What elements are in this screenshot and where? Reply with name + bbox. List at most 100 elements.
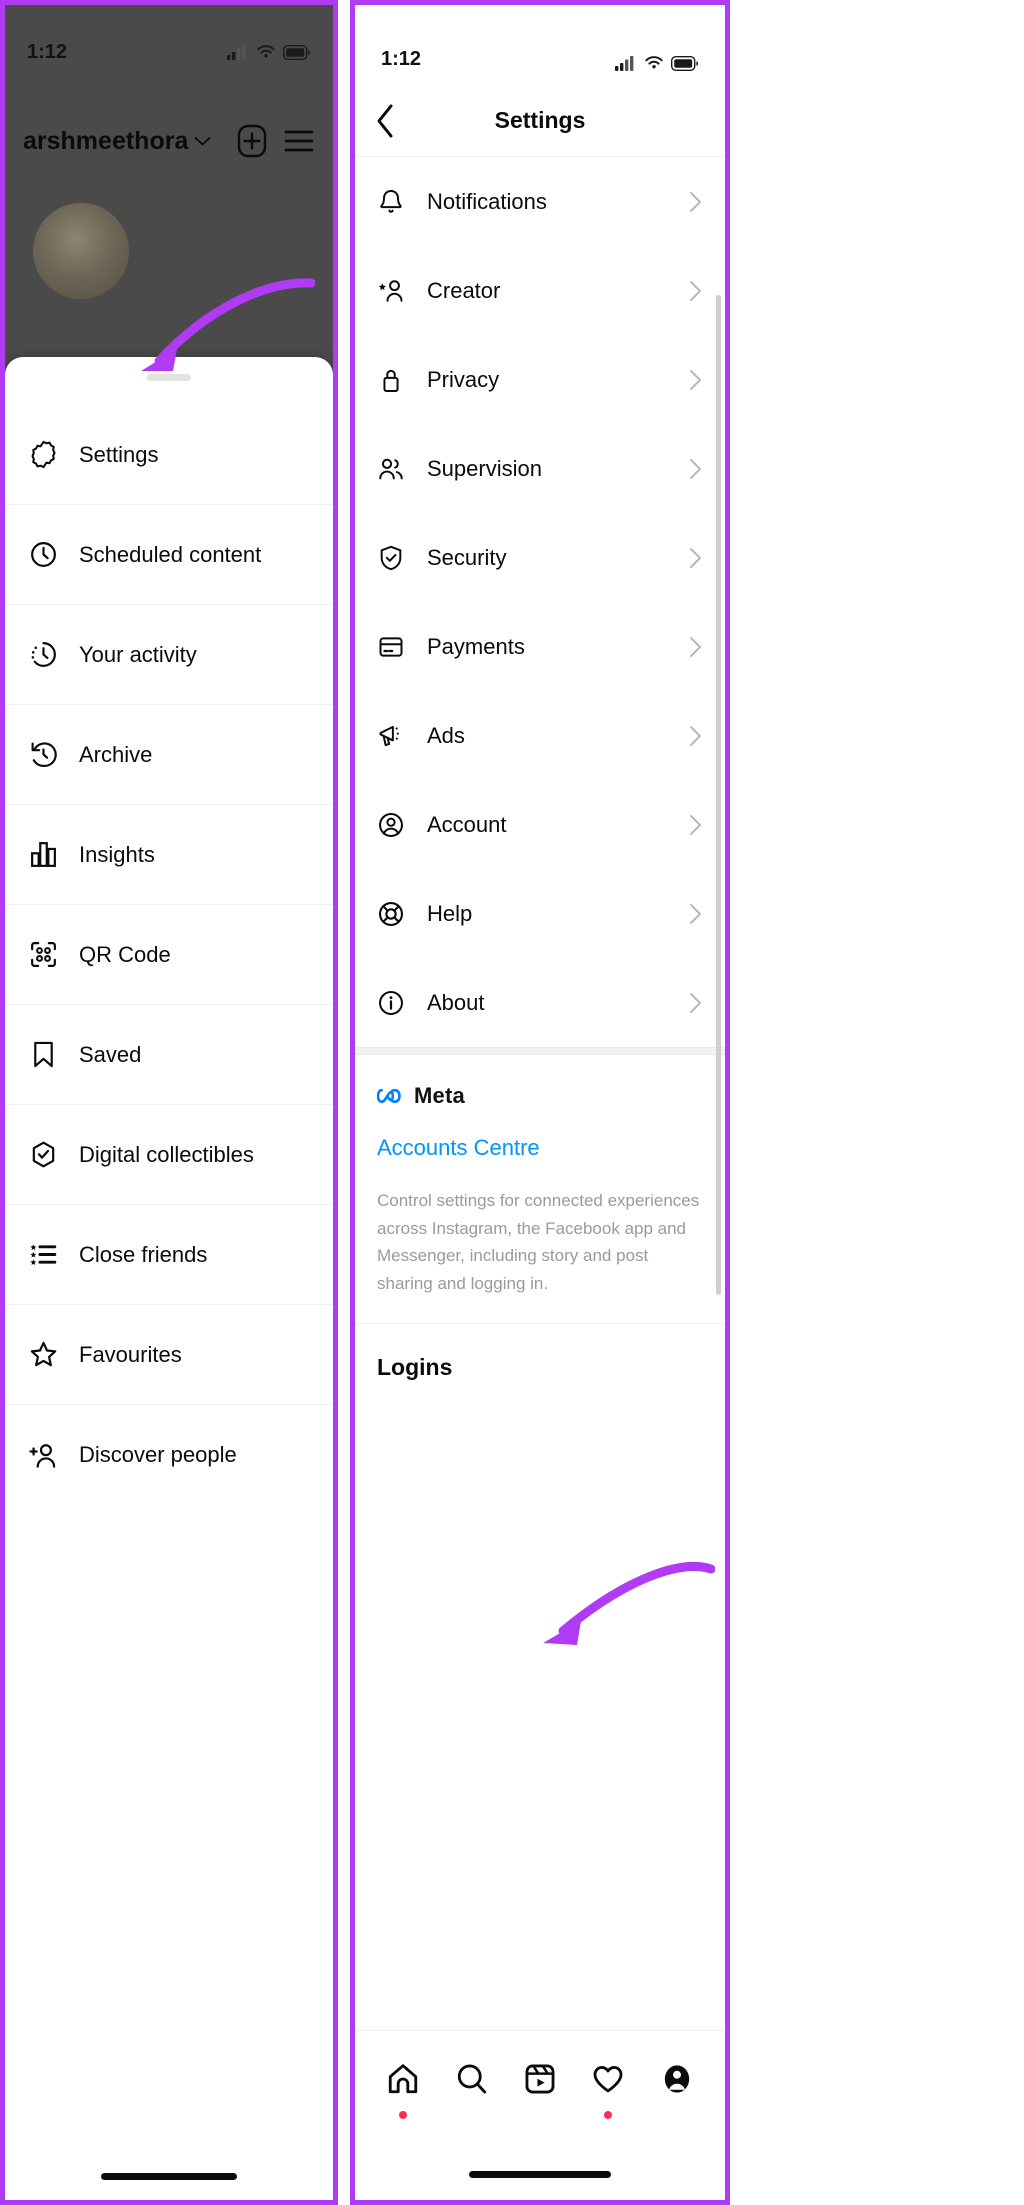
- new-post-icon[interactable]: [237, 124, 267, 158]
- meta-infinity-icon: [377, 1088, 401, 1104]
- menu-item-close-friends[interactable]: Close friends: [5, 1205, 333, 1305]
- archive-icon: [27, 739, 59, 771]
- tab-profile[interactable]: [653, 2055, 701, 2103]
- insights-icon: [27, 839, 59, 871]
- username-dropdown[interactable]: arshmeethora: [23, 127, 211, 156]
- section-separator: [355, 1047, 725, 1055]
- menu-item-label: Insights: [79, 841, 155, 867]
- tab-list: [355, 2031, 725, 2127]
- notification-badge: [399, 2111, 408, 2119]
- bookmark-icon: [27, 1039, 59, 1071]
- menu-item-label: Saved: [79, 1041, 142, 1067]
- settings-row-supervision[interactable]: Supervision: [355, 424, 725, 513]
- home-indicator: [101, 2173, 237, 2180]
- menu-item-scheduled-content[interactable]: Scheduled content: [5, 505, 333, 605]
- menu-item-digital-collectibles[interactable]: Digital collectibles: [5, 1105, 333, 1205]
- chevron-right-icon: [687, 280, 703, 302]
- meta-description: Control settings for connected experienc…: [377, 1191, 700, 1293]
- gear-icon: [27, 439, 59, 471]
- chevron-right-icon: [687, 369, 703, 391]
- right-phone-screenshot: 1:12 Settings Notifications Creator Priv…: [350, 0, 730, 2205]
- chevron-right-icon: [687, 725, 703, 747]
- status-time: 1:12: [27, 40, 68, 63]
- life-ring-icon: [375, 898, 407, 930]
- meta-brand-label: Meta: [414, 1083, 465, 1108]
- profile-menu-list: Settings Scheduled content Your activity…: [5, 405, 333, 1505]
- menu-item-qr-code[interactable]: QR Code: [5, 905, 333, 1005]
- settings-row-account[interactable]: Account: [355, 780, 725, 869]
- settings-row-label: Security: [427, 544, 507, 570]
- tab-reels[interactable]: [516, 2055, 564, 2103]
- settings-row-notifications[interactable]: Notifications: [355, 157, 725, 246]
- menu-item-discover-people[interactable]: Discover people: [5, 1405, 333, 1505]
- settings-row-security[interactable]: Security: [355, 513, 725, 602]
- battery-icon: [283, 44, 311, 60]
- settings-row-label: Privacy: [427, 366, 500, 392]
- bell-icon: [375, 186, 407, 218]
- tab-search[interactable]: [448, 2055, 496, 2103]
- menu-item-favourites[interactable]: Favourites: [5, 1305, 333, 1405]
- settings-row-label: Payments: [427, 633, 525, 659]
- bottom-tab-bar: [355, 2030, 725, 2200]
- wifi-icon: [645, 56, 663, 69]
- tab-home[interactable]: [379, 2055, 427, 2119]
- vertical-scrollbar[interactable]: [716, 295, 721, 1295]
- username-label: arshmeethora: [23, 126, 189, 155]
- shield-check-icon: [375, 542, 407, 574]
- menu-item-label: Close friends: [79, 1241, 208, 1267]
- menu-item-label: Favourites: [79, 1341, 182, 1367]
- menu-item-saved[interactable]: Saved: [5, 1005, 333, 1105]
- home-indicator: [469, 2171, 611, 2178]
- heart-icon: [593, 2066, 623, 2093]
- left-status-bar: 1:12: [5, 35, 333, 69]
- settings-row-help[interactable]: Help: [355, 869, 725, 958]
- meta-accounts-centre-block: Meta Accounts Centre Control settings fo…: [355, 1055, 725, 1323]
- activity-icon: [27, 639, 59, 671]
- profile-menu-sheet: Settings Scheduled content Your activity…: [5, 357, 333, 2200]
- settings-row-privacy[interactable]: Privacy: [355, 335, 725, 424]
- drag-handle[interactable]: [147, 374, 191, 381]
- notification-badge: [604, 2111, 613, 2119]
- close-friends-icon: [27, 1239, 59, 1271]
- settings-row-label: About: [427, 989, 485, 1015]
- right-status-bar: 1:12: [355, 5, 725, 85]
- qr-code-icon: [27, 939, 59, 971]
- profile-header: arshmeethora: [5, 113, 333, 169]
- menu-item-label: Scheduled content: [79, 541, 262, 567]
- reels-icon: [525, 2064, 555, 2094]
- settings-row-ads[interactable]: Ads: [355, 691, 725, 780]
- settings-row-label: Account: [427, 811, 507, 837]
- tab-activity[interactable]: [584, 2055, 632, 2119]
- clock-icon: [27, 539, 59, 571]
- chevron-right-icon: [687, 992, 703, 1014]
- menu-item-settings[interactable]: Settings: [5, 405, 333, 505]
- star-icon: [27, 1339, 59, 1371]
- status-icons: [615, 55, 699, 71]
- settings-row-about[interactable]: About: [355, 958, 725, 1047]
- accounts-centre-link[interactable]: Accounts Centre: [377, 1135, 703, 1161]
- menu-item-label: QR Code: [79, 941, 171, 967]
- settings-row-creator[interactable]: Creator: [355, 246, 725, 335]
- annotation-arrow-accounts-centre: [543, 1562, 715, 1645]
- info-icon: [375, 987, 407, 1019]
- chevron-right-icon: [687, 636, 703, 658]
- card-icon: [375, 631, 407, 663]
- logins-section: Logins: [355, 1323, 725, 1381]
- menu-item-label: Discover people: [79, 1442, 237, 1467]
- megaphone-icon: [375, 720, 407, 752]
- status-icons: [227, 44, 311, 60]
- menu-item-insights[interactable]: Insights: [5, 805, 333, 905]
- screenshot-stage: 1:12 arshmeethora Settings Scheduled con…: [0, 0, 1024, 2205]
- settings-row-label: Creator: [427, 277, 501, 303]
- menu-item-label: Digital collectibles: [79, 1141, 254, 1167]
- settings-row-label: Notifications: [427, 188, 547, 214]
- profile-avatar[interactable]: [33, 203, 129, 299]
- status-time: 1:12: [381, 48, 422, 70]
- hamburger-menu-icon[interactable]: [283, 128, 315, 154]
- logins-section-title: Logins: [377, 1354, 453, 1381]
- chevron-right-icon: [687, 814, 703, 836]
- menu-item-your-activity[interactable]: Your activity: [5, 605, 333, 705]
- chevron-right-icon: [687, 903, 703, 925]
- menu-item-archive[interactable]: Archive: [5, 705, 333, 805]
- settings-row-payments[interactable]: Payments: [355, 602, 725, 691]
